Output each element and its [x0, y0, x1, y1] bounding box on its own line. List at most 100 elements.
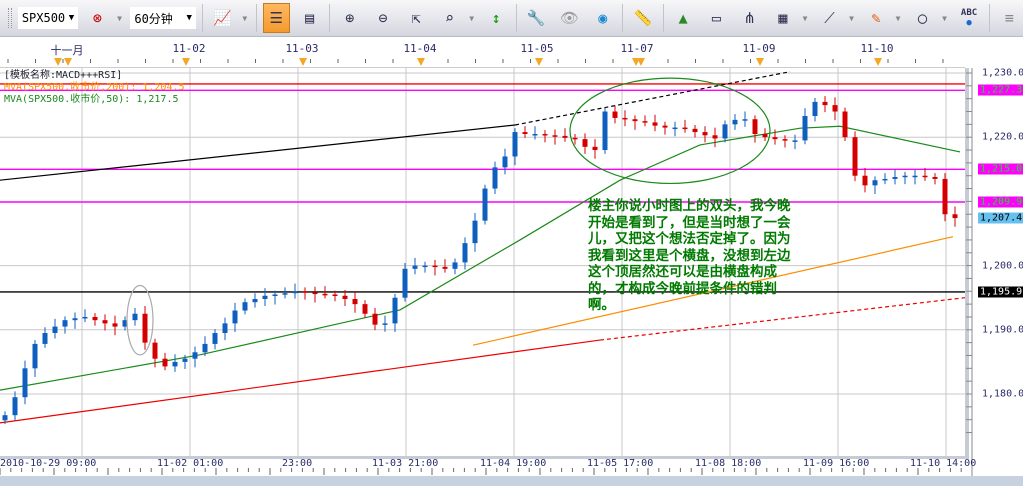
candle-body: [402, 268, 408, 298]
candle-body: [832, 105, 838, 112]
candle-body: [52, 326, 58, 334]
candle-body: [862, 175, 868, 186]
price-tick-label: 1,220.0: [982, 131, 1023, 143]
bottom-axis-label: 23:00: [282, 458, 313, 469]
candle-body: [742, 119, 748, 121]
candle-body: [332, 294, 338, 296]
candle-body: [302, 291, 308, 293]
candle-body: [82, 316, 88, 319]
bottom-axis-label: 11-05 17:00: [587, 458, 654, 469]
candle-body: [922, 175, 928, 178]
candle-body: [382, 323, 388, 325]
candle-body: [282, 293, 288, 295]
candle-body: [362, 304, 368, 314]
candle-body: [902, 175, 908, 178]
candle-body: [732, 119, 738, 125]
candle-body: [772, 137, 778, 140]
candle-body: [842, 111, 848, 138]
candle-body: [792, 140, 798, 142]
candle-body: [462, 243, 468, 263]
candle-body: [102, 320, 108, 324]
plot-area: [0, 68, 965, 456]
candle-body: [242, 302, 248, 311]
price-highlight-label: 1,195.9: [978, 286, 1023, 298]
candle-body: [652, 122, 658, 126]
candle-body: [932, 177, 938, 179]
candle-body: [342, 295, 348, 299]
price-tick-label: 1,200.0: [982, 260, 1023, 272]
candle-body: [152, 342, 158, 359]
candle-body: [372, 313, 378, 325]
price-highlight-label: 1,215.0: [978, 163, 1023, 175]
event-marker: [417, 58, 425, 66]
candle-body: [542, 133, 548, 136]
price-highlight-label: 1,227.3: [978, 84, 1023, 96]
candle-body: [782, 139, 788, 141]
candle-body: [22, 368, 28, 398]
bottom-axis-label: 11-03 21:00: [372, 458, 439, 469]
bottom-axis-label: 11-09 16:00: [803, 458, 870, 469]
candle-body: [942, 178, 948, 215]
candle-body: [452, 262, 458, 269]
candle-body: [72, 318, 78, 321]
candle-body: [752, 119, 758, 134]
candle-body: [662, 125, 668, 128]
plot-border: [965, 68, 969, 456]
candle-body: [272, 294, 278, 296]
candle-body: [712, 135, 718, 139]
candle-body: [262, 295, 268, 299]
candle-body: [802, 116, 808, 141]
candle-body: [892, 177, 898, 179]
candle-body: [92, 316, 98, 321]
candle-body: [572, 137, 578, 140]
candle-body: [12, 397, 18, 416]
candle-body: [812, 101, 818, 117]
candle-body: [212, 333, 218, 344]
candle-body: [252, 298, 258, 303]
event-marker: [637, 58, 645, 66]
price-highlight-label: 1,207.4: [978, 212, 1023, 224]
candle-body: [172, 361, 178, 367]
event-marker: [756, 58, 764, 66]
candle-body: [442, 266, 448, 269]
candle-body: [292, 291, 298, 294]
legend: [模板名称:MACD+++RSI] MVA(SPX500.收市价,200): 1…: [4, 70, 185, 106]
candle-body: [392, 297, 398, 324]
event-marker: [182, 58, 190, 66]
candle-body: [162, 358, 168, 367]
candle-body: [182, 358, 188, 362]
candle-body: [592, 146, 598, 151]
drawn-ellipse: [569, 77, 771, 185]
trend-line: [0, 339, 601, 424]
bottom-axis-label: 11-10 14:00: [910, 458, 977, 469]
candle-body: [582, 139, 588, 147]
candle-body: [762, 133, 768, 138]
price-tick-label: 1,230.0: [982, 67, 1023, 79]
candle-body: [532, 133, 538, 136]
price-tick-label: 1,190.0: [982, 324, 1023, 336]
event-marker: [54, 58, 62, 66]
candle-body: [472, 220, 478, 244]
candle-body: [642, 121, 648, 123]
candle-body: [952, 214, 958, 219]
candle-body: [312, 292, 318, 295]
candle-body: [492, 167, 498, 189]
candle-body: [412, 265, 418, 269]
candle-body: [202, 343, 208, 353]
candle-body: [352, 298, 358, 305]
candle-body: [692, 128, 698, 133]
trend-line: [0, 124, 516, 181]
candle-body: [422, 265, 428, 268]
candle-body: [192, 352, 198, 359]
ma50-line: [0, 125, 961, 391]
candle-body: [612, 111, 618, 118]
candle-body: [602, 111, 608, 151]
candle-body: [132, 313, 138, 321]
template-name: [模板名称:MACD+++RSI]: [4, 70, 123, 81]
candle-body: [42, 333, 48, 344]
event-marker: [535, 58, 543, 66]
candle-body: [482, 188, 488, 221]
bottom-axis-label: 11-08 18:00: [695, 458, 762, 469]
bottom-axis-label: 11-02 01:00: [157, 458, 224, 469]
candle-body: [322, 293, 328, 296]
